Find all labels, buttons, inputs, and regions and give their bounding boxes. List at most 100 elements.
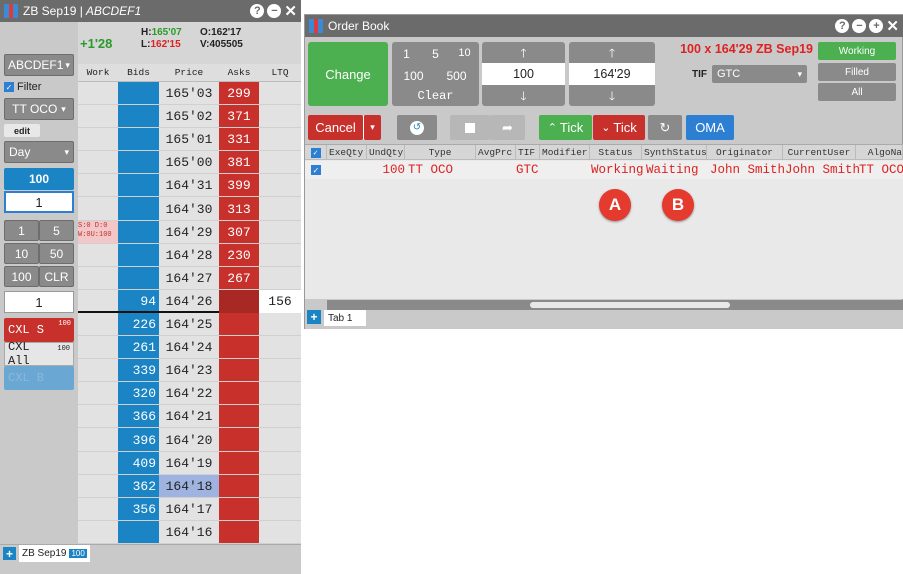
scrollbar-thumb[interactable] <box>530 302 730 308</box>
qty-button-5[interactable]: 5 <box>39 220 74 241</box>
ladder-row[interactable]: 94 164'26 156 <box>78 289 301 313</box>
tif-select[interactable]: Day ▾ <box>4 141 74 163</box>
ladder-bid[interactable]: 226 <box>118 313 156 336</box>
order-book-titlebar[interactable]: Order Book ? − + ✕ <box>305 15 903 37</box>
close-icon[interactable]: ✕ <box>886 17 899 35</box>
ladder-ask[interactable]: 307 <box>219 221 259 244</box>
ob-qty-100[interactable]: 100 <box>392 69 435 83</box>
arrow-down-icon[interactable]: 🡓 <box>482 87 565 108</box>
ob-qty-10[interactable]: 10 <box>450 47 479 59</box>
ladder-ltq[interactable] <box>259 198 301 221</box>
col-type[interactable]: Type <box>405 145 476 160</box>
ladder-ltq[interactable] <box>259 359 301 382</box>
ladder-bid[interactable]: 320 <box>118 382 156 405</box>
order-row[interactable]: ✓ 100 TT OCO GTC Working Waiting John Sm… <box>305 161 903 179</box>
ladder-bid[interactable]: 94 <box>118 290 156 313</box>
col-modifier[interactable]: Modifier <box>540 145 590 160</box>
ladder-row[interactable]: 409 164'19 <box>78 452 301 475</box>
cancel-sells-button[interactable]: CXL S 100 <box>4 318 74 342</box>
ladder-row[interactable]: 362 164'18 <box>78 474 301 498</box>
minimize-icon[interactable]: − <box>267 4 282 18</box>
ob-clear-button[interactable]: Clear <box>392 89 479 103</box>
ladder-ltq[interactable] <box>259 105 301 128</box>
ob-qty-1[interactable]: 1 <box>392 47 421 61</box>
qty-clear-button[interactable]: CLR <box>39 266 74 287</box>
hold-button[interactable] <box>450 115 490 140</box>
ladder-ltq[interactable] <box>259 313 301 336</box>
down-tick-button[interactable]: ⌄ Tick <box>593 115 645 140</box>
all-filter-button[interactable]: All <box>818 83 896 101</box>
select-all-checkbox[interactable]: ✓ <box>305 145 327 160</box>
add-tab-icon[interactable]: + <box>3 547 16 561</box>
ladder-ask[interactable] <box>219 521 259 544</box>
ladder-ask[interactable] <box>219 359 259 382</box>
ladder-bid[interactable] <box>118 105 156 128</box>
ladder-row[interactable]: 396 164'20 <box>78 429 301 452</box>
col-avgprc[interactable]: AvgPrc <box>476 145 516 160</box>
horizontal-scrollbar[interactable] <box>327 300 903 310</box>
arrow-down-icon[interactable]: 🡓 <box>569 87 655 108</box>
ladder-row[interactable]: 165'00 381 <box>78 151 301 175</box>
help-icon[interactable]: ? <box>835 19 850 33</box>
order-type-select[interactable]: TT OCO ▾ <box>4 98 74 120</box>
ladder-row[interactable]: 320 164'22 <box>78 382 301 406</box>
qty-button-1[interactable]: 1 <box>4 220 39 241</box>
minimize-icon[interactable]: − <box>852 19 867 33</box>
ladder-ltq[interactable] <box>259 429 301 452</box>
ladder-row[interactable]: 164'30 313 <box>78 198 301 221</box>
ladder-ask[interactable]: 381 <box>219 151 259 174</box>
ladder-bid[interactable] <box>118 244 156 267</box>
add-icon[interactable]: + <box>869 19 884 33</box>
col-tif[interactable]: TIF <box>516 145 540 160</box>
ob-qty-5[interactable]: 5 <box>421 47 450 61</box>
cancel-all-button[interactable]: CXL All 100 <box>4 340 74 368</box>
qty-button-10[interactable]: 10 <box>4 243 39 264</box>
tab-1[interactable]: Tab 1 <box>324 310 366 326</box>
ladder-bid[interactable] <box>118 128 156 151</box>
working-filter-button[interactable]: Working <box>818 42 896 60</box>
ladder-ltq[interactable] <box>259 128 301 151</box>
col-originator[interactable]: Originator <box>707 145 783 160</box>
qty-input[interactable]: 1 <box>4 191 74 213</box>
col-algoname[interactable]: AlgoNa <box>856 145 903 160</box>
filled-filter-button[interactable]: Filled <box>818 63 896 81</box>
ladder-row[interactable]: 164'16 <box>78 521 301 544</box>
qty-value-input[interactable]: 100 <box>482 63 565 85</box>
ladder-row[interactable]: 164'27 267 <box>78 267 301 290</box>
col-currentuser[interactable]: CurrentUser <box>783 145 856 160</box>
account-select[interactable]: ABCDEF1 ▾ <box>4 54 74 76</box>
filter-checkbox[interactable]: ✓ Filter <box>4 81 41 93</box>
ladder-row[interactable]: 226 164'25 <box>78 313 301 337</box>
add-tab-icon[interactable]: + <box>307 310 321 324</box>
ladder-bid[interactable]: 396 <box>118 429 156 452</box>
ladder-ask[interactable] <box>219 405 259 428</box>
tab-zb-sep19[interactable]: ZB Sep19 100 <box>19 545 90 562</box>
ladder-ask[interactable]: 399 <box>219 174 259 197</box>
ob-qty-500[interactable]: 500 <box>435 69 478 83</box>
history-button[interactable]: ↺ <box>397 115 437 140</box>
cancel-buys-button[interactable]: CXL B <box>4 366 74 390</box>
ladder-ltq[interactable] <box>259 405 301 428</box>
ladder-ask[interactable]: 371 <box>219 105 259 128</box>
ladder-ltq[interactable]: 156 <box>259 289 301 313</box>
ladder-ask[interactable] <box>219 498 259 521</box>
ladder-bid[interactable] <box>118 151 156 174</box>
price-value-input[interactable]: 164'29 <box>569 63 655 85</box>
ladder-ltq[interactable] <box>259 267 301 290</box>
ladder-row[interactable]: 165'02 371 <box>78 105 301 129</box>
ladder-ltq[interactable] <box>259 221 301 244</box>
qty-button-100[interactable]: 100 <box>4 266 39 287</box>
ladder-bid[interactable] <box>118 267 156 290</box>
ladder-bid[interactable] <box>118 521 156 544</box>
ob-tif-select[interactable]: GTC ▾ <box>712 65 807 83</box>
ladder-bid[interactable] <box>118 174 156 197</box>
col-synthstatus[interactable]: SynthStatus <box>642 145 707 160</box>
ladder-ask[interactable] <box>219 289 259 313</box>
ladder-ask[interactable]: 331 <box>219 128 259 151</box>
ladder-ask[interactable]: 230 <box>219 244 259 267</box>
ladder-ltq[interactable] <box>259 174 301 197</box>
arrow-up-icon[interactable]: 🡑 <box>569 44 655 65</box>
ladder-bid[interactable] <box>118 82 156 105</box>
oma-button[interactable]: OMA <box>686 115 734 140</box>
ladder-ask[interactable]: 313 <box>219 198 259 221</box>
